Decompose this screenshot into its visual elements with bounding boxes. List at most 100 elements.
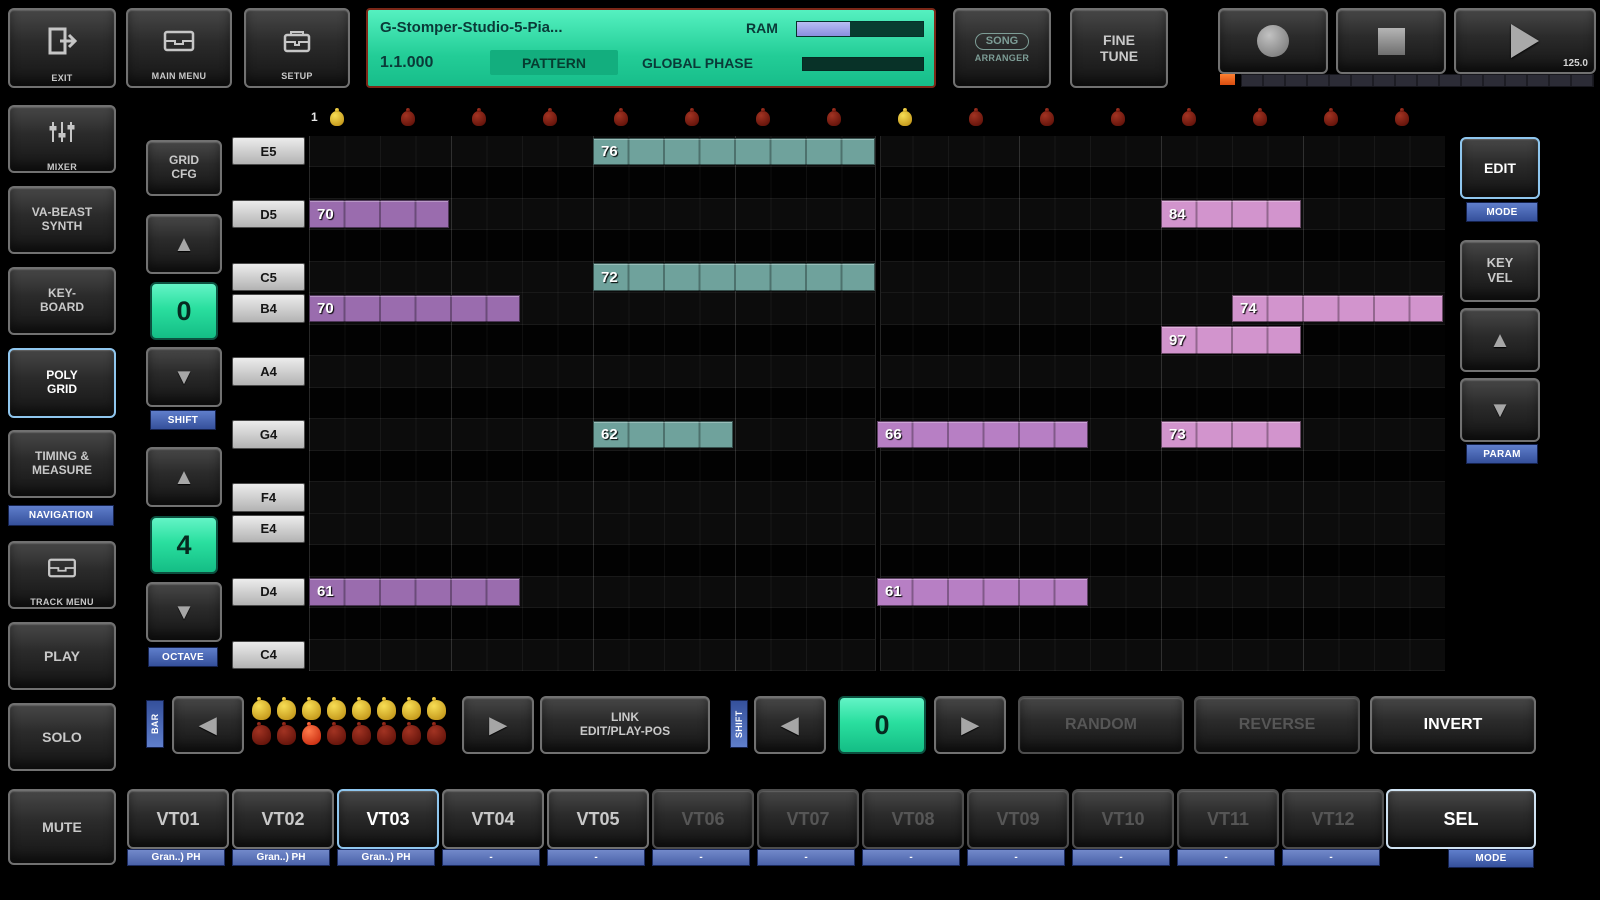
sidebar-item-track-menu[interactable]: TRACK MENU [8, 541, 116, 609]
note-label-B4[interactable]: B4 [232, 294, 305, 322]
accent-bell-icon[interactable] [1324, 111, 1338, 126]
bar-bell-icon[interactable] [252, 700, 271, 720]
track-tab-VT04[interactable]: VT04 [442, 789, 544, 849]
note-label-D4[interactable]: D4 [232, 578, 305, 606]
accent-bell-icon[interactable] [1040, 111, 1054, 126]
grid-note[interactable]: 62 [593, 421, 733, 448]
grid-note[interactable]: 66 [877, 421, 1088, 448]
pattern-shift-right-button[interactable]: ▶ [934, 696, 1006, 754]
track-sub-VT10[interactable]: - [1072, 849, 1170, 866]
grid-note[interactable]: 97 [1161, 326, 1301, 353]
sidebar-item-poly-grid[interactable]: POLY GRID [8, 348, 116, 418]
track-sub-VT12[interactable]: - [1282, 849, 1380, 866]
track-tab-VT08[interactable]: VT08 [862, 789, 964, 849]
octave-down-button[interactable]: ▼ [146, 582, 222, 642]
exit-button[interactable]: EXIT [8, 8, 116, 88]
poly-grid-editor[interactable]: 767084727074976266736161 [309, 136, 1445, 671]
sidebar-item-mute[interactable]: MUTE [8, 789, 116, 865]
grid-note[interactable]: 70 [309, 200, 449, 227]
accent-bell-icon[interactable] [1111, 111, 1125, 126]
bar-bell-icon[interactable] [377, 725, 396, 745]
note-label-G4[interactable]: G4 [232, 420, 305, 448]
sidebar-item-mixer[interactable]: MIXER [8, 105, 116, 173]
bar-bell-icon[interactable] [302, 700, 321, 720]
bar-bell-icon[interactable] [427, 725, 446, 745]
param-up-button[interactable]: ▲ [1460, 308, 1540, 372]
random-button[interactable]: RANDOM [1018, 696, 1184, 754]
octave-up-button[interactable]: ▲ [146, 447, 222, 507]
note-label-E4[interactable]: E4 [232, 515, 305, 543]
setup-button[interactable]: SETUP [244, 8, 350, 88]
accent-bell-icon[interactable] [898, 111, 912, 126]
grid-note[interactable]: 76 [593, 138, 875, 165]
track-sub-VT06[interactable]: - [652, 849, 750, 866]
track-sub-VT07[interactable]: - [757, 849, 855, 866]
bar-bell-icon[interactable] [402, 700, 421, 720]
track-tab-VT09[interactable]: VT09 [967, 789, 1069, 849]
track-sub-VT11[interactable]: - [1177, 849, 1275, 866]
song-arranger-button[interactable]: SONG ARRANGER [953, 8, 1051, 88]
lcd-display[interactable]: G-Stomper-Studio-5-Pia... 1.1.000 PATTER… [366, 8, 936, 88]
sidebar-item-solo[interactable]: SOLO [8, 703, 116, 771]
bar-bell-icon[interactable] [327, 700, 346, 720]
bar-bell-icon[interactable] [427, 700, 446, 720]
sidebar-item-keyboard[interactable]: KEY- BOARD [8, 267, 116, 335]
link-edit-play-pos-button[interactable]: LINK EDIT/PLAY-POS [540, 696, 710, 754]
grid-note[interactable]: 72 [593, 263, 875, 290]
grid-note[interactable]: 61 [309, 578, 520, 605]
bar-bell-icon[interactable] [352, 700, 371, 720]
bar-bell-icon[interactable] [352, 725, 371, 745]
accent-bell-icon[interactable] [1253, 111, 1267, 126]
track-sub-VT02[interactable]: Gran..) PH [232, 849, 330, 866]
reverse-button[interactable]: REVERSE [1194, 696, 1360, 754]
accent-bell-icon[interactable] [827, 111, 841, 126]
track-sub-VT08[interactable]: - [862, 849, 960, 866]
track-sub-VT05[interactable]: - [547, 849, 645, 866]
accent-bell-icon[interactable] [969, 111, 983, 126]
stop-button[interactable] [1336, 8, 1446, 74]
pattern-progress-bar[interactable] [1241, 74, 1594, 87]
grid-note[interactable]: 74 [1232, 295, 1443, 322]
grid-note[interactable]: 70 [309, 295, 520, 322]
edit-mode-button[interactable]: EDIT [1460, 137, 1540, 199]
bar-bell-icon[interactable] [277, 725, 296, 745]
accent-bell-icon[interactable] [1395, 111, 1409, 126]
bar-bell-icon[interactable] [277, 700, 296, 720]
note-label-A4[interactable]: A4 [232, 357, 305, 385]
sidebar-item-timing-measure[interactable]: TIMING & MEASURE [8, 430, 116, 498]
track-tab-VT11[interactable]: VT11 [1177, 789, 1279, 849]
bar-next-button[interactable]: ▶ [462, 696, 534, 754]
accent-bell-icon[interactable] [401, 111, 415, 126]
track-sub-VT09[interactable]: - [967, 849, 1065, 866]
track-tab-VT10[interactable]: VT10 [1072, 789, 1174, 849]
main-menu-button[interactable]: MAIN MENU [126, 8, 232, 88]
pattern-shift-left-button[interactable]: ◀ [754, 696, 826, 754]
accent-bell-icon[interactable] [1182, 111, 1196, 126]
fine-tune-button[interactable]: FINE TUNE [1070, 8, 1168, 88]
note-label-D5[interactable]: D5 [232, 200, 305, 228]
param-down-button[interactable]: ▼ [1460, 378, 1540, 442]
track-tab-VT12[interactable]: VT12 [1282, 789, 1384, 849]
accent-bell-icon[interactable] [756, 111, 770, 126]
track-sub-VT01[interactable]: Gran..) PH [127, 849, 225, 866]
track-sub-VT04[interactable]: - [442, 849, 540, 866]
track-sub-VT03[interactable]: Gran..) PH [337, 849, 435, 866]
track-tab-VT02[interactable]: VT02 [232, 789, 334, 849]
note-label-F4[interactable]: F4 [232, 483, 305, 511]
invert-button[interactable]: INVERT [1370, 696, 1536, 754]
note-label-C4[interactable]: C4 [232, 641, 305, 669]
bar-bell-icon[interactable] [402, 725, 421, 745]
shift-up-button[interactable]: ▲ [146, 214, 222, 274]
grid-note[interactable]: 73 [1161, 421, 1301, 448]
grid-note[interactable]: 84 [1161, 200, 1301, 227]
note-label-E5[interactable]: E5 [232, 137, 305, 165]
key-vel-button[interactable]: KEY VEL [1460, 240, 1540, 302]
bar-bell-icon[interactable] [377, 700, 396, 720]
grid-cfg-button[interactable]: GRID CFG [146, 140, 222, 196]
accent-bell-icon[interactable] [685, 111, 699, 126]
track-tab-VT03[interactable]: VT03 [337, 789, 439, 849]
sidebar-item-play[interactable]: PLAY [8, 622, 116, 690]
sidebar-item-va-beast-synth[interactable]: VA-BEAST SYNTH [8, 186, 116, 254]
bar-bell-icon[interactable] [252, 725, 271, 745]
track-tab-VT01[interactable]: VT01 [127, 789, 229, 849]
